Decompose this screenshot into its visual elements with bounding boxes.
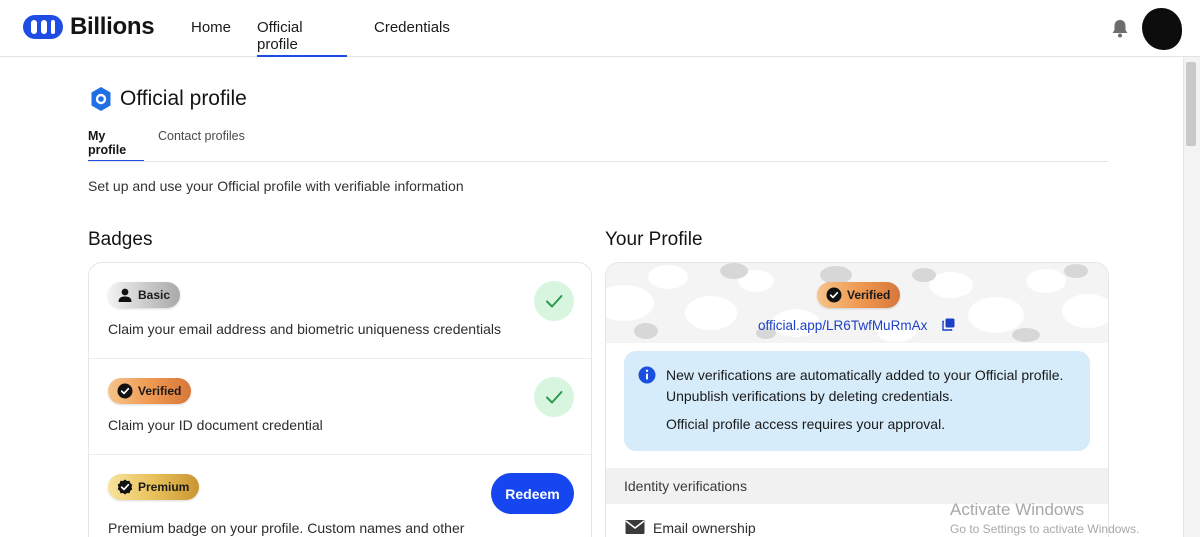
info-line-2: Unpublish verifications by deleting cred… bbox=[666, 388, 954, 404]
redeem-button[interactable]: Redeem bbox=[491, 473, 574, 514]
email-ownership-label: Email ownership bbox=[653, 520, 756, 536]
activate-windows-subtitle: Go to Settings to activate Windows. bbox=[950, 522, 1140, 536]
profile-verified-badge: Verified bbox=[817, 282, 901, 308]
tabs-divider bbox=[88, 161, 1108, 162]
checkmark-icon bbox=[546, 391, 563, 404]
scrollbar-thumb[interactable] bbox=[1186, 62, 1196, 146]
badge-row-basic: Basic Claim your email address and biome… bbox=[89, 263, 591, 359]
premium-badge-label: Premium bbox=[138, 480, 190, 494]
activate-windows-title: Activate Windows bbox=[950, 500, 1085, 519]
badge-row-verified: Verified Claim your ID document credenti… bbox=[89, 359, 591, 455]
info-line-3: Official profile access requires your ap… bbox=[666, 416, 946, 432]
nav-credentials[interactable]: Credentials bbox=[374, 19, 450, 36]
basic-badge: Basic bbox=[108, 282, 181, 308]
badges-card: Basic Claim your email address and biome… bbox=[88, 262, 592, 537]
check-seal-icon bbox=[826, 287, 842, 303]
check-seal-icon bbox=[117, 383, 133, 399]
nav-official-profile[interactable]: Official profile bbox=[257, 19, 347, 57]
tab-my-profile[interactable]: My profile bbox=[88, 129, 144, 162]
copy-icon[interactable] bbox=[942, 318, 955, 331]
info-icon bbox=[638, 366, 656, 384]
basic-completed-indicator bbox=[534, 281, 574, 321]
brand-logo[interactable]: Billions bbox=[22, 12, 155, 42]
premium-badge: Premium bbox=[108, 474, 200, 500]
basic-badge-label: Basic bbox=[138, 288, 171, 302]
tab-contact-profiles[interactable]: Contact profiles bbox=[158, 129, 245, 143]
nav-home[interactable]: Home bbox=[191, 19, 231, 36]
identity-verifications-title: Identity verifications bbox=[624, 478, 747, 494]
badges-heading: Badges bbox=[88, 229, 153, 250]
person-icon bbox=[118, 288, 132, 302]
verified-badge-label: Verified bbox=[138, 384, 182, 398]
page-intro: Set up and use your Official profile wit… bbox=[88, 178, 464, 194]
premium-badge-description: Premium badge on your profile. Custom na… bbox=[108, 520, 465, 536]
verified-completed-indicator bbox=[534, 377, 574, 417]
notification-bell-icon[interactable] bbox=[1111, 18, 1129, 38]
billions-logo-icon bbox=[23, 15, 63, 39]
checkmark-icon bbox=[546, 295, 563, 308]
profile-link[interactable]: official.app/LR6TwfMuRmAx bbox=[758, 318, 927, 333]
page-title: Official profile bbox=[120, 87, 247, 110]
envelope-icon bbox=[625, 520, 645, 534]
your-profile-heading: Your Profile bbox=[605, 229, 703, 250]
info-notice: New verifications are automatically adde… bbox=[624, 351, 1090, 451]
profile-verified-label: Verified bbox=[847, 288, 891, 302]
basic-badge-description: Claim your email address and biometric u… bbox=[108, 321, 501, 337]
top-navigation-bar: Billions Home Official profile Credentia… bbox=[0, 0, 1200, 57]
verified-badge: Verified bbox=[108, 378, 192, 404]
brand-name: Billions bbox=[70, 13, 155, 40]
official-profile-icon bbox=[91, 87, 111, 111]
user-avatar[interactable] bbox=[1142, 8, 1182, 50]
identity-verifications-header: Identity verifications bbox=[606, 468, 1108, 504]
info-line-1: New verifications are automatically adde… bbox=[666, 367, 1064, 383]
your-profile-card: Verified official.app/LR6TwfMuRmAx New v… bbox=[605, 262, 1109, 537]
check-seal-icon bbox=[117, 479, 133, 495]
verified-badge-description: Claim your ID document credential bbox=[108, 417, 323, 433]
